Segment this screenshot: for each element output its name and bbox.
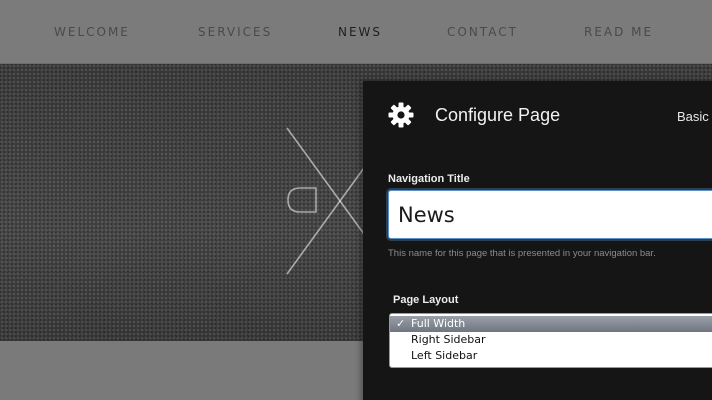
navigation-title-help: This name for this page that is presente…: [388, 248, 656, 259]
nav-item-news[interactable]: NEWS: [338, 25, 382, 39]
layout-option-label: Full Width: [411, 317, 466, 330]
navigation-title-label: Navigation Title: [388, 173, 470, 185]
top-navigation: WELCOME SERVICES NEWS CONTACT READ ME: [0, 0, 712, 64]
page-layout-select[interactable]: ✓ Full Width Right Sidebar Left Sidebar: [389, 313, 712, 368]
nav-item-welcome[interactable]: WELCOME: [54, 25, 130, 39]
layout-option-left-sidebar[interactable]: Left Sidebar: [390, 348, 712, 364]
nav-item-contact[interactable]: CONTACT: [447, 25, 518, 39]
tab-basic[interactable]: Basic: [677, 109, 709, 124]
configure-page-panel: Configure Page Basic Navigation Title Th…: [363, 81, 712, 400]
layout-option-full-width[interactable]: ✓ Full Width: [390, 316, 712, 332]
checkmark-icon: ✓: [396, 317, 406, 330]
layout-option-right-sidebar[interactable]: Right Sidebar: [390, 332, 712, 348]
navigation-title-input[interactable]: [388, 190, 712, 239]
layout-option-label: Right Sidebar: [411, 333, 486, 346]
nav-item-services[interactable]: SERVICES: [198, 25, 272, 39]
layout-option-label: Left Sidebar: [411, 349, 478, 362]
page-layout-label: Page Layout: [393, 294, 459, 306]
panel-title: Configure Page: [435, 105, 561, 125]
nav-item-read-me[interactable]: READ ME: [584, 25, 653, 39]
gear-icon[interactable]: [388, 102, 414, 128]
